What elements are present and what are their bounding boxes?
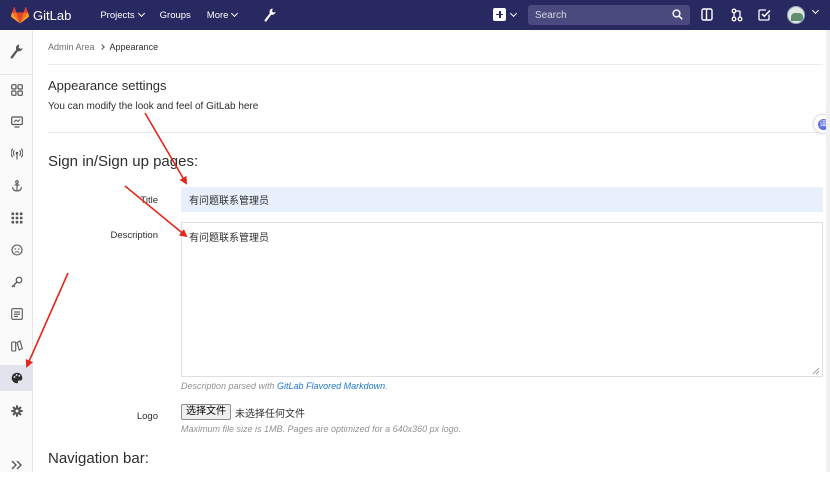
user-avatar[interactable] bbox=[787, 6, 805, 24]
markdown-link[interactable]: GitLab Flavored Markdown bbox=[277, 381, 385, 391]
description-textarea[interactable]: 有问题联系管理员 bbox=[181, 222, 823, 377]
title-field[interactable] bbox=[181, 187, 823, 212]
sidebar-toggle-icon[interactable] bbox=[701, 8, 713, 21]
tanuki-icon bbox=[11, 6, 29, 23]
annotation-arrow bbox=[124, 185, 188, 238]
title-label: Title bbox=[140, 195, 158, 206]
choose-file-button[interactable]: 选择文件 bbox=[181, 404, 231, 420]
nav-projects-label: Projects bbox=[100, 9, 135, 21]
applications-icon bbox=[11, 212, 22, 224]
sidebar-item-system-hooks[interactable] bbox=[0, 173, 33, 199]
nav-groups-label: Groups bbox=[159, 9, 191, 21]
nav-more-label: More bbox=[206, 9, 229, 21]
anchor-icon bbox=[11, 180, 22, 192]
wrench-icon bbox=[10, 44, 23, 59]
appearance-icon bbox=[11, 372, 22, 384]
sidebar-collapse-button[interactable] bbox=[0, 452, 33, 478]
logo-file-picker: 选择文件 未选择任何文件 bbox=[181, 404, 305, 420]
sidebar-item-deploy-keys[interactable] bbox=[0, 269, 33, 295]
divider bbox=[48, 132, 823, 133]
nav-projects-dropdown[interactable]: Projects bbox=[100, 9, 145, 21]
description-label: Description bbox=[110, 230, 158, 241]
annotation-arrow bbox=[25, 272, 69, 368]
sidebar-item-abuse-reports[interactable] bbox=[0, 237, 33, 263]
plus-icon bbox=[493, 8, 506, 21]
breadcrumb-admin-area[interactable]: Admin Area bbox=[48, 42, 95, 52]
logo-label: Logo bbox=[136, 411, 158, 422]
double-chevron-right-icon bbox=[11, 460, 22, 470]
nav-more-dropdown[interactable]: More bbox=[206, 9, 239, 21]
sidebar-item-labels[interactable] bbox=[0, 333, 33, 359]
service-templates-icon bbox=[10, 308, 23, 320]
page-title: Appearance settings bbox=[48, 78, 167, 93]
breadcrumb-appearance[interactable]: Appearance bbox=[110, 42, 159, 52]
sidebar-item-admin-area[interactable] bbox=[0, 38, 33, 64]
sidebar-item-messages[interactable] bbox=[0, 141, 33, 167]
page-subtitle: You can modify the look and feel of GitL… bbox=[48, 101, 259, 112]
breadcrumb: Admin Area Appearance bbox=[48, 42, 158, 52]
logo-help: Maximum file size is 1MB. Pages are opti… bbox=[181, 424, 462, 434]
brand-name: GitLab bbox=[33, 7, 72, 23]
top-navbar: GitLab Projects Groups More bbox=[0, 0, 830, 30]
key-icon bbox=[11, 276, 22, 288]
admin-sidebar bbox=[0, 30, 33, 472]
description-help-prefix: Description parsed with bbox=[181, 381, 278, 391]
annotation-arrow bbox=[144, 112, 188, 185]
chevron-down-icon[interactable] bbox=[811, 6, 820, 15]
monitoring-icon bbox=[10, 116, 23, 128]
settings-icon bbox=[10, 405, 23, 417]
admin-area-wrench-icon[interactable] bbox=[264, 8, 277, 22]
page-scrollbar[interactable] bbox=[826, 30, 830, 472]
search-input[interactable] bbox=[535, 9, 665, 21]
abuse-reports-icon bbox=[10, 244, 23, 256]
file-status: 未选择任何文件 bbox=[235, 408, 305, 420]
nav-groups-link[interactable]: Groups bbox=[160, 10, 191, 21]
sidebar-item-monitoring[interactable] bbox=[0, 109, 33, 135]
overview-grid-icon bbox=[10, 84, 23, 96]
sidebar-item-settings[interactable] bbox=[0, 398, 33, 424]
merge-request-icon[interactable] bbox=[731, 8, 743, 22]
chevron-down-icon bbox=[231, 9, 239, 18]
search-icon[interactable] bbox=[672, 9, 683, 20]
new-item-dropdown[interactable] bbox=[493, 8, 518, 21]
broadcast-icon bbox=[10, 148, 23, 160]
sidebar-item-applications[interactable] bbox=[0, 205, 33, 231]
sidebar-item-appearance[interactable] bbox=[0, 365, 33, 391]
chevron-down-icon bbox=[137, 9, 145, 18]
divider bbox=[48, 64, 823, 65]
chevron-down-icon bbox=[509, 9, 518, 17]
chevron-right-icon bbox=[98, 44, 105, 50]
todos-icon[interactable] bbox=[758, 8, 771, 21]
sidebar-item-service-templates[interactable] bbox=[0, 301, 33, 327]
signin-section-heading: Sign in/Sign up pages: bbox=[48, 153, 199, 170]
labels-icon bbox=[10, 340, 23, 352]
description-help-suffix: . bbox=[385, 381, 388, 391]
description-help: Description parsed with GitLab Flavored … bbox=[181, 381, 388, 391]
search-box bbox=[528, 5, 690, 25]
gitlab-logo[interactable]: GitLab bbox=[11, 0, 71, 30]
sidebar-item-overview[interactable] bbox=[0, 77, 33, 103]
resize-handle-icon[interactable] bbox=[812, 367, 820, 375]
sidebar-divider bbox=[0, 74, 33, 75]
navigation-section-heading: Navigation bar: bbox=[48, 450, 149, 467]
